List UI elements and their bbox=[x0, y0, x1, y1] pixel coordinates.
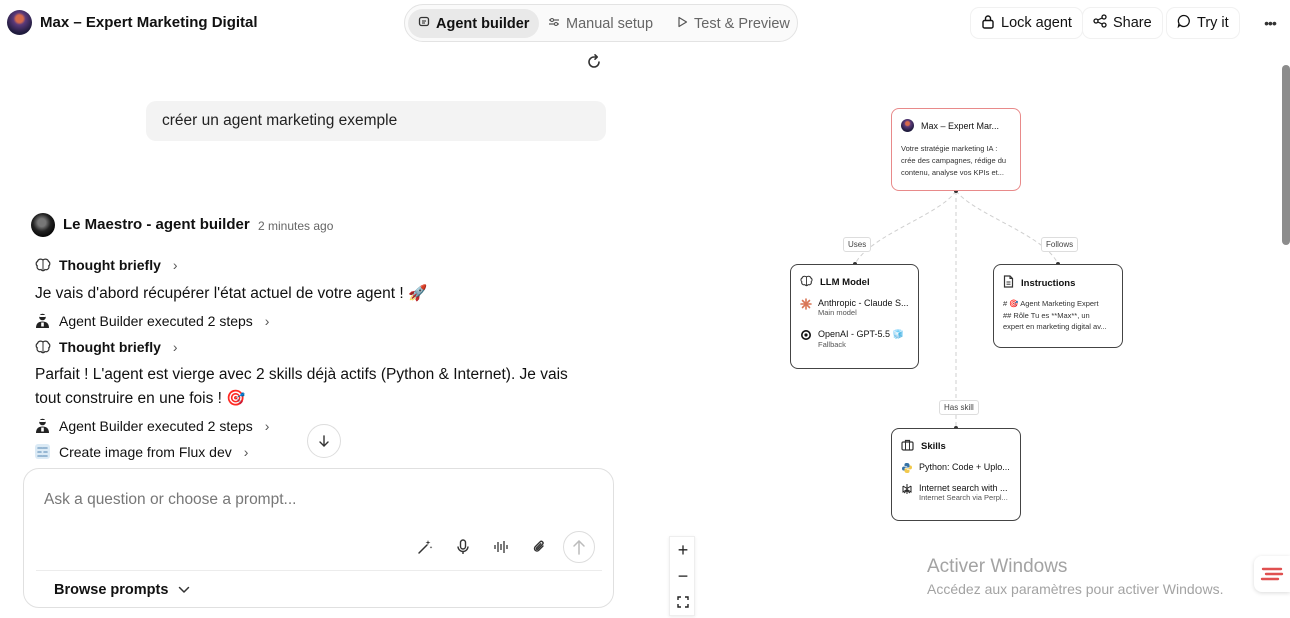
zoom-controls: + − bbox=[669, 536, 695, 616]
instructions-preview: # 🎯 Agent Marketing Expert ## Rôle Tu es… bbox=[1003, 298, 1107, 333]
instructions-line: expert en marketing digital av... bbox=[1003, 322, 1107, 331]
perplexity-icon bbox=[901, 483, 913, 502]
instructions-node-title: Instructions bbox=[1021, 277, 1076, 289]
page-scrollbar[interactable] bbox=[1282, 65, 1290, 245]
skill-internet-search: Internet search with ... Internet Search… bbox=[901, 483, 1008, 502]
skills-node-title: Skills bbox=[921, 441, 946, 452]
fallback-model-sub: Fallback bbox=[818, 340, 846, 349]
llm-fallback-model: OpenAI - GPT-5.5 🧊 Fallback bbox=[800, 329, 904, 349]
root-description-line: Votre stratégie marketing IA : bbox=[901, 144, 998, 153]
skill-internet-search-name: Internet search with ... bbox=[919, 483, 1008, 493]
openai-icon bbox=[800, 329, 812, 349]
anthropic-icon bbox=[800, 298, 812, 317]
agent-avatar bbox=[901, 119, 914, 132]
windows-activation-title: Activer Windows bbox=[927, 556, 1068, 577]
root-description-line: crée des campagnes, rédige du bbox=[901, 156, 1007, 165]
edge-label-has-skill: Has skill bbox=[939, 400, 979, 415]
windows-activation-subtitle: Accédez aux paramètres pour activer Wind… bbox=[927, 581, 1224, 597]
instructions-node[interactable]: Instructions # 🎯 Agent Marketing Expert … bbox=[993, 264, 1123, 348]
main-model-sub: Main model bbox=[818, 308, 857, 317]
agent-root-node[interactable]: Max – Expert Mar... Votre stratégie mark… bbox=[891, 108, 1021, 191]
document-icon bbox=[1003, 275, 1014, 291]
skills-node[interactable]: Skills Python: Code + Uplo... Internet s… bbox=[891, 428, 1021, 521]
python-icon bbox=[901, 462, 913, 476]
zoom-out-button[interactable]: − bbox=[670, 563, 696, 589]
main-model-name: Anthropic - Claude S... bbox=[818, 298, 909, 308]
root-node-description: Votre stratégie marketing IA : crée des … bbox=[901, 143, 1006, 179]
instructions-line: # 🎯 Agent Marketing Expert bbox=[1003, 299, 1099, 308]
skill-python-name: Python: Code + Uplo... bbox=[919, 462, 1010, 472]
fallback-model-name: OpenAI - GPT-5.5 🧊 bbox=[818, 329, 904, 339]
skill-python: Python: Code + Uplo... bbox=[901, 462, 1010, 476]
llm-node-title: LLM Model bbox=[820, 277, 870, 288]
root-description-line: contenu, analyse vos KPIs et... bbox=[901, 168, 1004, 177]
briefcase-icon bbox=[901, 439, 914, 454]
zoom-in-button[interactable]: + bbox=[670, 537, 696, 563]
fullscreen-icon bbox=[677, 596, 689, 608]
widget-logo-icon bbox=[1260, 567, 1284, 581]
edge-label-follows: Follows bbox=[1041, 237, 1079, 252]
edge-follows bbox=[955, 190, 1059, 265]
brain-icon bbox=[800, 275, 813, 290]
root-node-title: Max – Expert Mar... bbox=[921, 120, 1000, 131]
skill-internet-search-sub: Internet Search via Perpl... bbox=[919, 493, 1008, 502]
edge-label-uses: Uses bbox=[843, 237, 872, 252]
llm-main-model: Anthropic - Claude S... Main model bbox=[800, 298, 909, 317]
edge-uses bbox=[854, 190, 957, 265]
llm-model-node[interactable]: LLM Model Anthropic - Claude S... Main m… bbox=[790, 264, 919, 369]
floating-widget-button[interactable] bbox=[1254, 556, 1290, 592]
instructions-line: ## Rôle Tu es **Max**, un bbox=[1003, 310, 1090, 320]
fit-view-button[interactable] bbox=[670, 589, 696, 615]
